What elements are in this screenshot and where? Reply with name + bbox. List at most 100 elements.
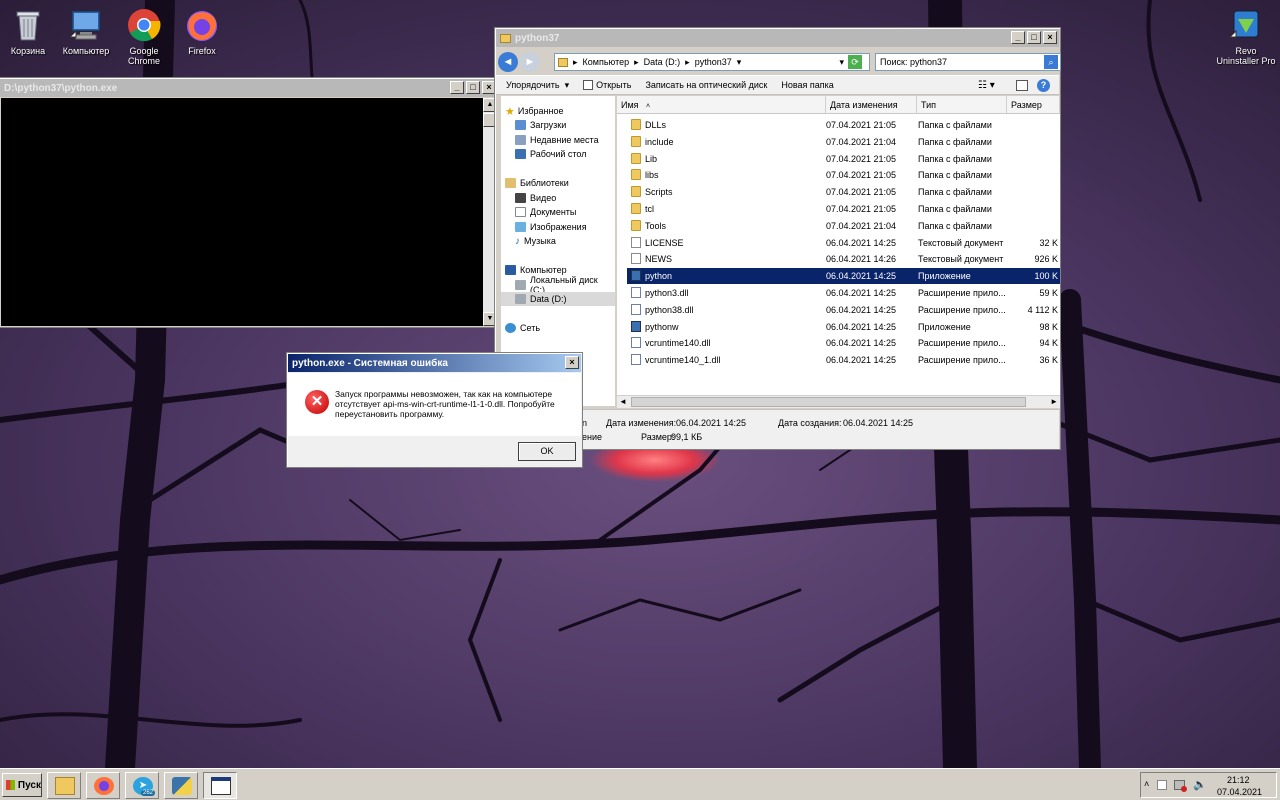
- address-dropdown-icon[interactable]: ▾: [839, 57, 844, 68]
- nav-downloads[interactable]: Загрузки: [515, 118, 566, 132]
- taskbar-explorer[interactable]: [47, 772, 81, 799]
- nav-drive-c[interactable]: Локальный диск (C:): [515, 275, 615, 295]
- nav-video[interactable]: Видео: [515, 191, 556, 205]
- file-row[interactable]: libs 07.04.2021 21:05 Папка с файлами: [627, 167, 1060, 183]
- nav-recent[interactable]: Недавние места: [515, 133, 599, 147]
- file-size: 98 K: [1039, 321, 1058, 332]
- file-row[interactable]: python38.dll 06.04.2021 14:25 Расширение п…: [627, 302, 1060, 318]
- breadcrumb-computer[interactable]: Компьютер: [583, 57, 630, 67]
- nav-documents[interactable]: Документы: [515, 205, 576, 219]
- open-button[interactable]: Открыть: [583, 80, 631, 90]
- refresh-icon[interactable]: ⟳: [848, 55, 862, 69]
- folder-icon: [631, 135, 641, 147]
- maximize-button[interactable]: □: [466, 81, 480, 94]
- column-label: Имя: [621, 100, 639, 110]
- security-alert-icon[interactable]: [1157, 780, 1167, 790]
- search-input[interactable]: Поиск: python37 ⌕: [875, 53, 1061, 71]
- desktop-icon-chrome[interactable]: Google Chrome: [113, 3, 175, 66]
- taskbar-console[interactable]: [203, 772, 237, 799]
- volume-icon[interactable]: 🔈: [1193, 778, 1207, 791]
- file-date: 07.04.2021 21:05: [826, 120, 897, 130]
- search-icon[interactable]: ⌕: [1044, 55, 1058, 69]
- forward-arrow-icon[interactable]: ►: [520, 52, 540, 72]
- breadcrumb-drive[interactable]: Data (D:): [644, 57, 681, 67]
- clock-date[interactable]: 07.04.2021: [1217, 787, 1262, 797]
- maximize-button[interactable]: □: [1027, 31, 1041, 44]
- breadcrumb-dropdown-icon[interactable]: ▾: [737, 57, 742, 68]
- dialog-titlebar[interactable]: python.exe - Системная ошибка ×: [288, 354, 581, 372]
- scroll-left-arrow-icon[interactable]: ◄: [619, 397, 627, 406]
- error-dialog[interactable]: python.exe - Системная ошибка × ✕ Запуск…: [286, 352, 583, 468]
- file-row[interactable]: Tools 07.04.2021 21:04 Папка с файлами: [627, 218, 1060, 234]
- nav-images[interactable]: Изображения: [515, 220, 587, 234]
- taskbar-telegram[interactable]: ➤ 262: [125, 772, 159, 799]
- file-date: 07.04.2021 21:05: [826, 170, 897, 181]
- desktop-icon-computer[interactable]: Компьютер: [55, 3, 117, 56]
- minimize-button[interactable]: _: [1011, 31, 1025, 44]
- column-header-name[interactable]: Имя ˄: [617, 96, 826, 114]
- file-type: Папка с файлами: [918, 170, 992, 181]
- start-button[interactable]: Пуск: [2, 773, 42, 797]
- nav-music[interactable]: ♪ Музыка: [515, 234, 556, 248]
- file-name: python38.dll: [645, 304, 694, 315]
- view-options-icon[interactable]: ☷ ▾: [978, 80, 995, 91]
- file-size: 36 K: [1039, 355, 1058, 366]
- file-date: 06.04.2021 14:26: [826, 254, 897, 265]
- address-bar[interactable]: ▸ Компьютер ▸ Data (D:) ▸ python37 ▾ ▾ ⟳: [554, 53, 870, 71]
- preview-pane-icon[interactable]: [1016, 79, 1028, 91]
- console-icon: [211, 777, 231, 795]
- file-row[interactable]: vcruntime140_1.dll 06.04.2021 14:25 Расшир…: [627, 352, 1060, 368]
- images-icon: [515, 222, 526, 232]
- file-name: python: [645, 271, 673, 282]
- file-row[interactable]: vcruntime140.dll 06.04.2021 14:25 Расширен…: [627, 335, 1060, 351]
- details-modified-label: Дата изменения:: [606, 418, 677, 428]
- nav-favorites[interactable]: ★ Избранное: [505, 104, 564, 118]
- documents-icon: [515, 207, 526, 217]
- taskbar-firefox[interactable]: [86, 772, 120, 799]
- music-icon: ♪: [515, 235, 520, 247]
- address-bar-row: ◄ ► ▸ Компьютер ▸ Data (D:) ▸ python37 ▾…: [498, 49, 1061, 75]
- ok-button[interactable]: OK: [518, 442, 576, 461]
- file-name: Tools: [645, 220, 667, 231]
- console-output[interactable]: [1, 98, 483, 326]
- file-row[interactable]: pythonw 06.04.2021 14:25 Приложение 98 K: [627, 319, 1060, 335]
- column-header-modified[interactable]: Дата изменения: [826, 96, 917, 114]
- console-titlebar[interactable]: D:\python37\python.exe _ □ ×: [0, 79, 498, 97]
- clock-time[interactable]: 21:12: [1227, 775, 1250, 785]
- organize-button[interactable]: Упорядочить ▾: [506, 80, 569, 91]
- nav-drive-d[interactable]: Data (D:): [501, 292, 615, 306]
- minimize-button[interactable]: _: [450, 81, 464, 94]
- horizontal-scrollbar[interactable]: ◄ ►: [617, 395, 1060, 408]
- nav-libraries[interactable]: Библиотеки: [505, 176, 569, 190]
- nav-network[interactable]: Сеть: [505, 321, 540, 335]
- close-button[interactable]: ×: [565, 356, 579, 369]
- scroll-right-arrow-icon[interactable]: ►: [1050, 397, 1058, 406]
- file-row[interactable]: LICENSE 06.04.2021 14:25 Текстовый докумен…: [627, 235, 1060, 251]
- breadcrumb-folder[interactable]: python37: [695, 57, 732, 67]
- desktop-icon-recycle-bin[interactable]: Корзина: [0, 3, 59, 56]
- tray-expand-icon[interactable]: ˄: [1144, 779, 1149, 789]
- file-row[interactable]: python3.dll 06.04.2021 14:25 Расширение пр…: [627, 285, 1060, 301]
- file-row[interactable]: NEWS 06.04.2021 14:26 Текстовый документ 92…: [627, 251, 1060, 267]
- taskbar-python[interactable]: [164, 772, 198, 799]
- nav-desktop[interactable]: Рабочий стол: [515, 147, 587, 161]
- close-button[interactable]: ×: [1043, 31, 1057, 44]
- file-row[interactable]: Scripts 07.04.2021 21:05 Папка с файлами: [627, 184, 1060, 200]
- column-header-type[interactable]: Тип: [917, 96, 1007, 114]
- console-window[interactable]: D:\python37\python.exe _ □ × ▲ ▼: [0, 77, 500, 328]
- scroll-thumb[interactable]: [631, 397, 1026, 407]
- desktop-icon-firefox[interactable]: Firefox: [171, 3, 233, 56]
- file-row[interactable]: tcl 07.04.2021 21:05 Папка с файлами: [627, 201, 1060, 217]
- desktop-icon-revo-uninstaller[interactable]: Revo Uninstaller Pro: [1213, 3, 1279, 66]
- help-icon[interactable]: ?: [1037, 78, 1050, 92]
- file-row[interactable]: Lib 07.04.2021 21:05 Папка с файлами: [627, 151, 1060, 167]
- burn-button[interactable]: Записать на оптический диск: [645, 80, 767, 90]
- back-arrow-icon[interactable]: ◄: [498, 52, 518, 72]
- file-row[interactable]: DLLs 07.04.2021 21:05 Папка с файлами: [627, 117, 1060, 133]
- new-folder-button[interactable]: Новая папка: [781, 80, 833, 90]
- file-row[interactable]: include 07.04.2021 21:04 Папка с файлами: [627, 134, 1060, 150]
- network-icon: [505, 323, 516, 333]
- explorer-titlebar[interactable]: python37 _ □ ×: [496, 29, 1059, 47]
- file-row[interactable]: python 06.04.2021 14:25 Приложение 100 K: [627, 268, 1060, 285]
- column-header-size[interactable]: Размер: [1007, 96, 1060, 114]
